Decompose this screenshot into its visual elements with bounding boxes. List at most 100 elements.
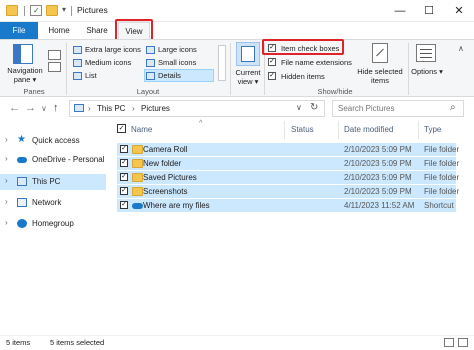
nav-item-label: Network (32, 198, 62, 207)
properties-icon[interactable]: ✓ (30, 5, 42, 16)
layout-large-icons[interactable]: Large icons (158, 45, 197, 54)
navigation-pane-icon (13, 44, 33, 64)
column-header-type[interactable]: Type (424, 125, 441, 134)
row-checkbox[interactable]: ✓ (120, 201, 128, 209)
cloud-icon (17, 157, 27, 163)
breadcrumb-separator[interactable]: › (88, 104, 91, 113)
table-row[interactable]: ✓ Screenshots 2/10/2023 5:09 PM File fol… (117, 185, 460, 198)
column-header-name[interactable]: Name (131, 125, 152, 134)
quick-access-toolbar-dropdown-icon[interactable]: ▾ (62, 5, 66, 14)
layout-group-label: Layout (136, 87, 160, 96)
show-hide-group-label: Show/hide (317, 87, 353, 96)
search-input[interactable]: Search Pictures (338, 104, 394, 113)
layout-small-icons[interactable]: Small icons (158, 58, 196, 67)
file-date: 2/10/2023 5:09 PM (344, 145, 412, 154)
row-checkbox[interactable]: ✓ (120, 159, 128, 167)
large-icons-view-toggle-icon[interactable] (458, 338, 468, 347)
maximize-button[interactable]: ☐ (414, 0, 444, 22)
hidden-items-checkbox[interactable]: ✓ (268, 72, 276, 80)
preview-pane-icon (48, 50, 61, 60)
minimize-button[interactable]: — (385, 0, 415, 22)
breadcrumb-this-pc[interactable]: This PC (97, 104, 125, 113)
select-all-checkbox[interactable]: ✓ (117, 124, 126, 133)
large-icons-icon (146, 46, 155, 54)
group-divider (230, 43, 231, 95)
row-checkbox[interactable]: ✓ (120, 187, 128, 195)
close-button[interactable]: ✕ (444, 0, 474, 22)
navigation-pane-label[interactable]: Navigation pane ▾ (3, 66, 47, 84)
recent-locations-button[interactable]: ∨ (41, 104, 47, 113)
search-box[interactable]: Search Pictures ⌕ (332, 100, 464, 117)
details-icon (146, 72, 155, 80)
panes-group-label: Panes (23, 87, 45, 96)
details-view-toggle-icon[interactable] (444, 338, 454, 347)
column-divider[interactable] (284, 121, 285, 139)
layout-details[interactable]: Details (158, 71, 181, 80)
nav-item-this-pc[interactable]: › This PC (0, 174, 106, 190)
table-row[interactable]: ✓ Where are my files 4/11/2023 11:52 AM … (117, 199, 456, 212)
options-button[interactable]: Options ▾ (410, 67, 444, 76)
hide-selected-items-icon[interactable] (372, 43, 388, 63)
nav-item-label: This PC (32, 177, 61, 186)
forward-button[interactable]: → (25, 102, 36, 114)
file-name: Saved Pictures (143, 173, 197, 182)
file-type: File folder (424, 187, 460, 196)
nav-item-quick-access[interactable]: › ★ Quick access (0, 133, 106, 149)
file-name: Screenshots (143, 187, 188, 196)
column-header-date-modified[interactable]: Date modified (344, 125, 393, 134)
options-icon[interactable] (416, 44, 436, 62)
table-row[interactable]: ✓ Saved Pictures 2/10/2023 5:09 PM File … (117, 171, 459, 184)
this-pc-icon (74, 104, 84, 112)
table-row[interactable]: ✓ New folder 2/10/2023 5:09 PM File fold… (117, 157, 459, 170)
column-header-status[interactable]: Status (291, 125, 314, 134)
address-dropdown-button[interactable]: ∨ (296, 103, 302, 112)
layout-medium-icons[interactable]: Medium icons (85, 58, 131, 67)
search-icon[interactable]: ⌕ (450, 102, 456, 113)
navigation-pane-button[interactable] (8, 44, 36, 66)
file-name-extensions-label[interactable]: File name extensions (281, 58, 352, 67)
back-button[interactable]: ← (9, 102, 20, 114)
file-name: New folder (143, 159, 182, 168)
current-view-label[interactable]: Current view ▾ (232, 68, 264, 86)
layout-gallery-scroll[interactable] (218, 45, 226, 81)
layout-list[interactable]: List (85, 71, 97, 80)
view-tab-highlight (115, 19, 153, 41)
breadcrumb-separator[interactable]: › (132, 104, 135, 113)
expand-chevron-icon[interactable]: › (5, 176, 8, 185)
divider (71, 6, 72, 16)
address-bar[interactable]: › This PC › Pictures ∨ ↻ (69, 100, 325, 117)
table-row[interactable]: ✓ Camera Roll 2/10/2023 5:09 PM File fol… (117, 143, 459, 156)
folder-icon (132, 145, 143, 154)
row-checkbox[interactable]: ✓ (120, 145, 128, 153)
expand-chevron-icon[interactable]: › (5, 218, 8, 227)
nav-item-label: Homegroup (32, 219, 74, 228)
hidden-items-label[interactable]: Hidden items (281, 72, 325, 81)
tab-file[interactable]: File (0, 22, 38, 39)
nav-item-onedrive[interactable]: › OneDrive - Personal (0, 152, 106, 168)
column-divider[interactable] (418, 121, 419, 139)
star-icon: ★ (17, 134, 26, 145)
hide-selected-items-button[interactable]: Hide selected items (354, 67, 406, 85)
current-view-button[interactable] (236, 42, 260, 66)
collapse-ribbon-icon[interactable]: ∧ (458, 44, 464, 53)
breadcrumb-pictures[interactable]: Pictures (141, 104, 170, 113)
nav-item-label: Quick access (32, 136, 80, 145)
preview-pane-button[interactable] (48, 50, 62, 72)
divider (24, 6, 25, 16)
expand-chevron-icon[interactable]: › (5, 135, 8, 144)
window-title: Pictures (77, 5, 108, 15)
expand-chevron-icon[interactable]: › (5, 197, 8, 206)
nav-item-homegroup[interactable]: › Homegroup (0, 216, 106, 232)
sort-indicator-icon: ^ (199, 120, 203, 127)
up-button[interactable]: ↑ (53, 102, 59, 114)
new-folder-icon[interactable] (46, 5, 58, 16)
nav-item-network[interactable]: › Network (0, 195, 106, 211)
file-name-extensions-checkbox[interactable]: ✓ (268, 58, 276, 66)
layout-extra-large-icons[interactable]: Extra large icons (85, 45, 141, 54)
row-checkbox[interactable]: ✓ (120, 173, 128, 181)
tab-home[interactable]: Home (42, 22, 76, 39)
tab-share[interactable]: Share (80, 22, 114, 39)
expand-chevron-icon[interactable]: › (5, 154, 8, 163)
column-divider[interactable] (338, 121, 339, 139)
refresh-button[interactable]: ↻ (310, 102, 318, 113)
